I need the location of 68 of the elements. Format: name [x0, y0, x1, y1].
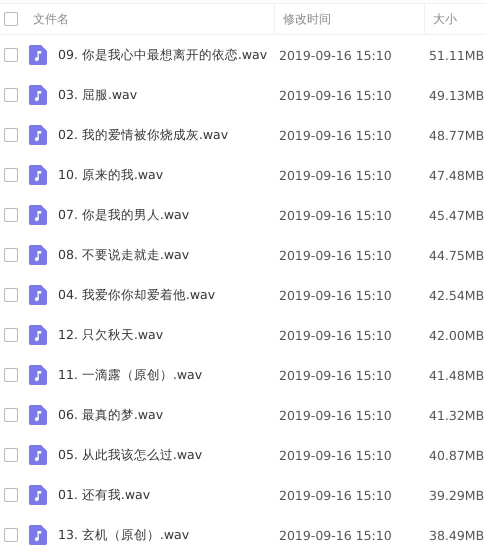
audio-file-icon [29, 45, 47, 65]
audio-file-icon [29, 165, 47, 185]
file-name[interactable]: 05. 从此我该怎么过.wav [58, 446, 202, 464]
row-checkbox[interactable] [4, 88, 18, 102]
file-name[interactable]: 06. 最真的梦.wav [58, 406, 164, 424]
file-size: 42.54MB [429, 288, 484, 302]
modified-time: 2019-09-16 15:10 [279, 408, 392, 422]
row-checkbox[interactable] [4, 208, 18, 222]
audio-file-icon [29, 125, 47, 145]
file-name[interactable]: 12. 只欠秋天.wav [58, 326, 164, 344]
column-header[interactable]: 大小 [433, 10, 457, 28]
row-checkbox[interactable] [4, 48, 18, 62]
file-name[interactable]: 07. 你是我的男人.wav [58, 206, 190, 224]
audio-file-icon [29, 365, 47, 385]
file-size: 47.48MB [429, 168, 484, 182]
file-size: 42.00MB [429, 328, 484, 342]
modified-time: 2019-09-16 15:10 [279, 488, 392, 502]
file-name[interactable]: 04. 我爱你你却爱着他.wav [58, 286, 216, 304]
file-size: 48.77MB [429, 128, 484, 142]
file-name[interactable]: 03. 屈服.wav [58, 86, 138, 104]
audio-file-icon [29, 445, 47, 465]
modified-time: 2019-09-16 15:10 [279, 88, 392, 102]
modified-time: 2019-09-16 15:10 [279, 368, 392, 382]
audio-file-icon [29, 285, 47, 305]
row-checkbox[interactable] [4, 168, 18, 182]
row-checkbox[interactable] [4, 328, 18, 342]
file-size: 41.48MB [429, 368, 484, 382]
file-size: 38.49MB [429, 528, 484, 542]
file-size: 40.87MB [429, 448, 484, 462]
audio-file-icon [29, 405, 47, 425]
row-checkbox[interactable] [4, 408, 18, 422]
file-name[interactable]: 02. 我的爱情被你烧成灰.wav [58, 126, 228, 144]
row-checkbox[interactable] [4, 488, 18, 502]
modified-time: 2019-09-16 15:10 [279, 288, 392, 302]
row-checkbox[interactable] [4, 528, 18, 542]
file-size: 45.47MB [429, 208, 484, 222]
file-name[interactable]: 13. 玄机（原创）.wav [58, 526, 190, 544]
row-checkbox[interactable] [4, 248, 18, 262]
modified-time: 2019-09-16 15:10 [279, 528, 392, 542]
row-checkbox[interactable] [4, 288, 18, 302]
row-checkbox[interactable] [4, 368, 18, 382]
row-checkbox[interactable] [4, 128, 18, 142]
file-name[interactable]: 11. 一滴露（原创）.wav [58, 366, 202, 384]
audio-file-icon [29, 325, 47, 345]
file-size: 39.29MB [429, 488, 484, 502]
audio-file-icon [29, 485, 47, 505]
file-name[interactable]: 01. 还有我.wav [58, 486, 150, 504]
audio-file-icon [29, 85, 47, 105]
file-name[interactable]: 09. 你是我心中最想离开的依恋.wav [58, 46, 268, 64]
select-all-checkbox[interactable] [4, 12, 18, 26]
audio-file-icon [29, 205, 47, 225]
modified-time: 2019-09-16 15:10 [279, 168, 392, 182]
file-name[interactable]: 10. 原来的我.wav [58, 166, 164, 184]
file-size: 49.13MB [429, 88, 484, 102]
modified-time: 2019-09-16 15:10 [279, 448, 392, 462]
column-header[interactable]: 修改时间 [283, 10, 331, 28]
file-size: 41.32MB [429, 408, 484, 422]
modified-time: 2019-09-16 15:10 [279, 328, 392, 342]
modified-time: 2019-09-16 15:10 [279, 128, 392, 142]
modified-time: 2019-09-16 15:10 [279, 208, 392, 222]
row-checkbox[interactable] [4, 448, 18, 462]
file-size: 44.75MB [429, 248, 484, 262]
file-size: 51.11MB [429, 48, 484, 62]
audio-file-icon [29, 245, 47, 265]
file-name[interactable]: 08. 不要说走就走.wav [58, 246, 190, 264]
modified-time: 2019-09-16 15:10 [279, 248, 392, 262]
column-header[interactable]: 文件名 [33, 10, 69, 28]
modified-time: 2019-09-16 15:10 [279, 48, 392, 62]
